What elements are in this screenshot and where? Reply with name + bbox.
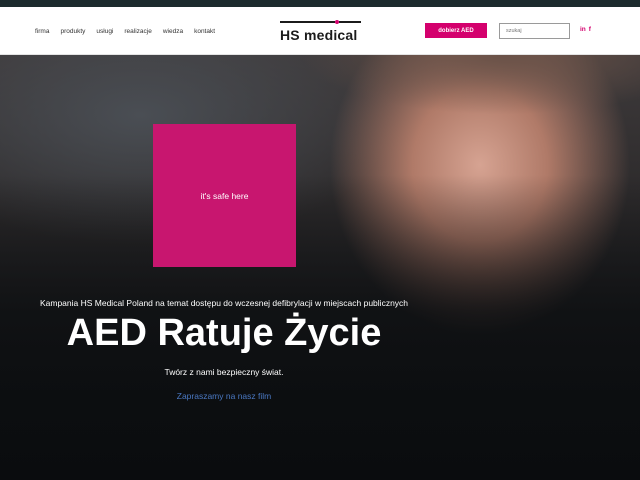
main-nav: firma produkty usługi realizacje wiedza …: [35, 7, 215, 55]
watch-film-link[interactable]: Zapraszamy na nasz film: [0, 391, 448, 401]
choose-aed-button[interactable]: dobierz AED: [425, 23, 487, 38]
hero-video-background: it's safe here Kampania HS Medical Polan…: [0, 55, 640, 480]
top-strip: [0, 0, 640, 7]
nav-link-produkty[interactable]: produkty: [60, 28, 85, 35]
facebook-icon[interactable]: f: [589, 26, 591, 33]
logo-text: HS medical: [280, 27, 358, 43]
campaign-card: it's safe here: [153, 124, 296, 267]
navbar: firma produkty usługi realizacje wiedza …: [0, 7, 640, 55]
nav-link-kontakt[interactable]: kontakt: [194, 28, 215, 35]
hero-headline: AED Ratuje Życie: [66, 312, 382, 354]
nav-link-uslugi[interactable]: usługi: [96, 28, 113, 35]
logo-bar-left: [280, 21, 335, 23]
social-links: in f: [580, 26, 591, 33]
site-logo[interactable]: HS medical: [280, 20, 362, 45]
campaign-card-text: it's safe here: [200, 190, 249, 201]
instagram-icon[interactable]: in: [580, 26, 586, 33]
nav-link-wiedza[interactable]: wiedza: [163, 28, 183, 35]
search-input[interactable]: [499, 23, 570, 39]
nav-link-realizacje[interactable]: realizacje: [124, 28, 151, 35]
logo-bar-right: [339, 21, 361, 23]
hero-subtitle: Kampania HS Medical Poland na temat dost…: [39, 298, 409, 308]
nav-link-firma[interactable]: firma: [35, 28, 49, 35]
hero-tagline: Twórz z nami bezpieczny świat.: [164, 367, 284, 377]
hero-image-hair: [300, 55, 640, 115]
